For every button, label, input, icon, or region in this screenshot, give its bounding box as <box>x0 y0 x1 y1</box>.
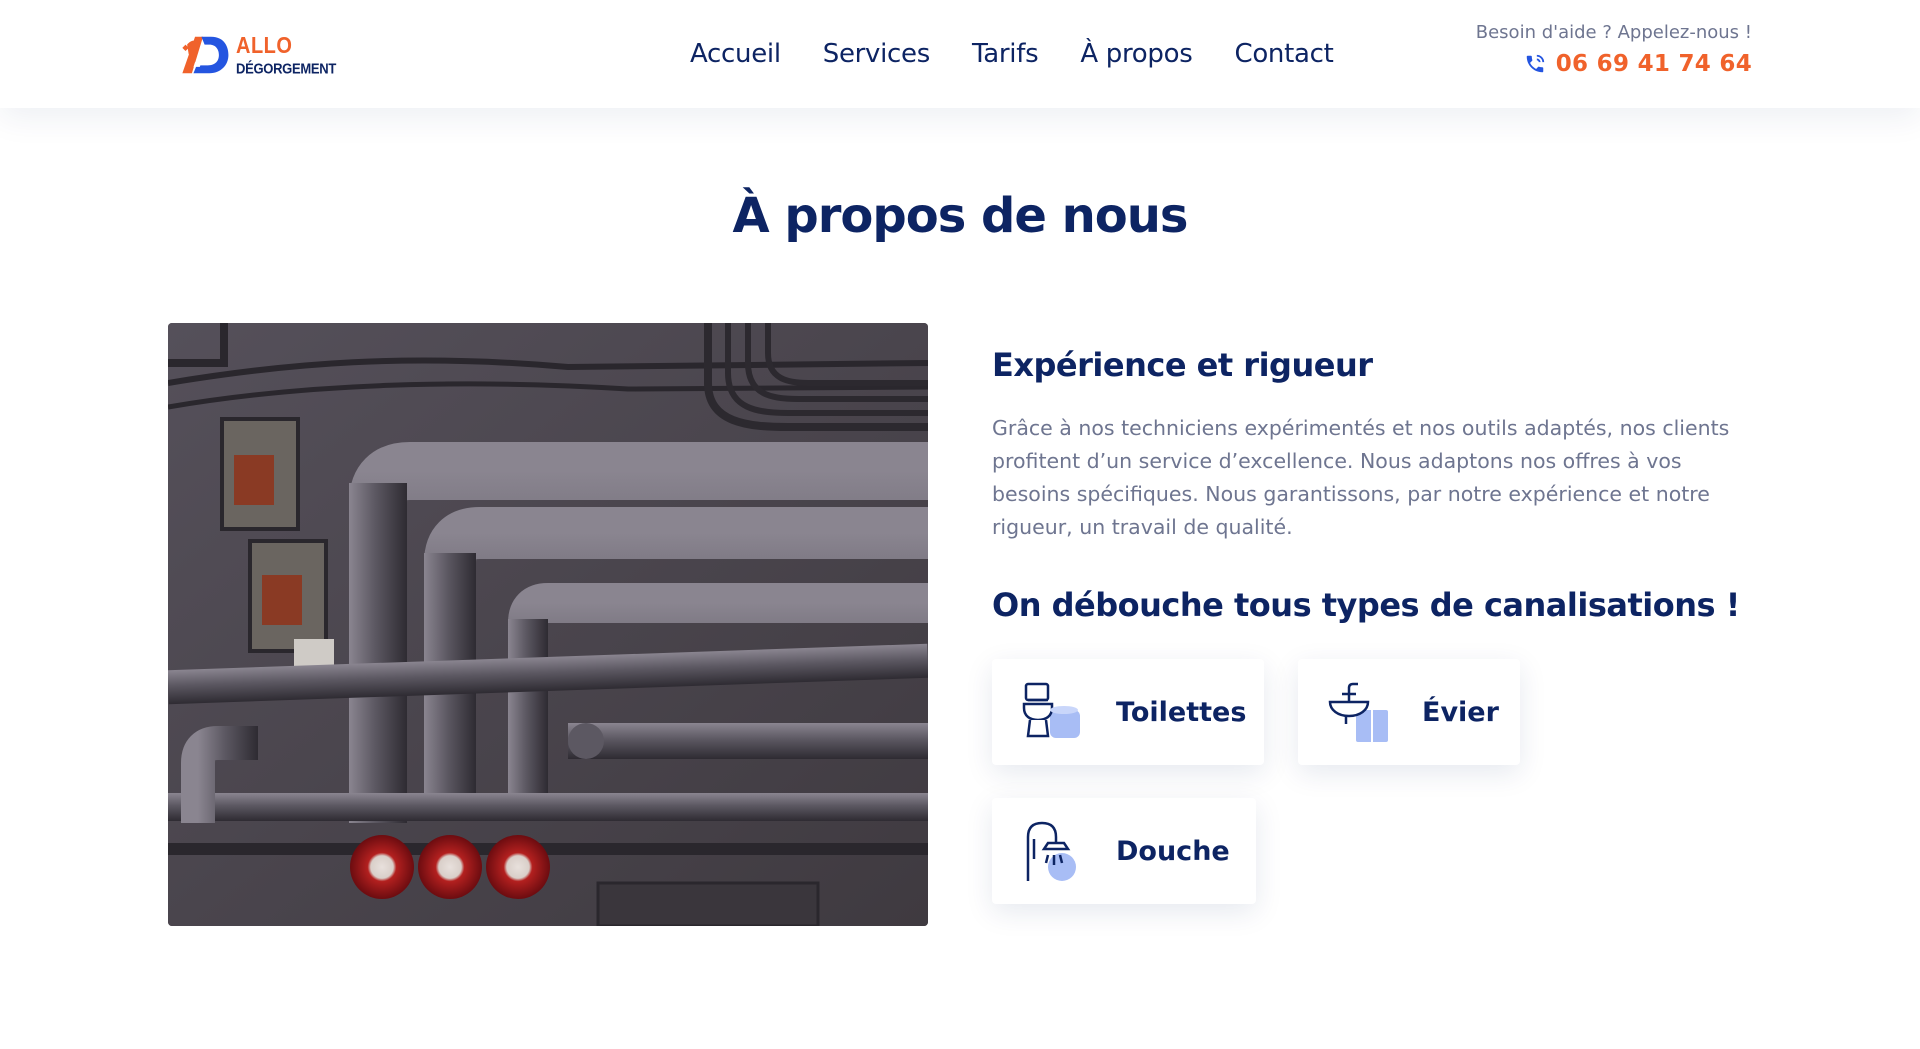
about-paragraph: Grâce à nos techniciens expérimentés et … <box>992 416 1730 539</box>
service-card-evier[interactable]: Évier <box>1298 659 1520 765</box>
card-label-toilettes: Toilettes <box>1116 696 1247 728</box>
help-text: Besoin d'aide ? Appelez-nous ! <box>1475 22 1752 43</box>
pipes-illustration <box>168 323 928 926</box>
header-contact: Besoin d'aide ? Appelez-nous ! 06 69 41 … <box>1476 22 1752 77</box>
about-content: Expérience et rigueur Grâce à nos techni… <box>992 346 1752 624</box>
service-card-toilettes[interactable]: Toilettes <box>992 659 1264 765</box>
nav-item-accueil[interactable]: Accueil <box>690 39 781 69</box>
logo-name-bottom: DÉGORGEMENT <box>236 59 336 77</box>
phone-number-link[interactable]: 06 69 41 74 64 <box>1556 51 1752 77</box>
logo[interactable]: ALLO DÉGORGEMENT <box>176 28 336 82</box>
card-label-evier: Évier <box>1422 696 1499 728</box>
logo-name-top: ALLO <box>236 32 293 59</box>
page-title: À propos de nous <box>732 188 1189 244</box>
service-card-douche[interactable]: Douche <box>992 798 1256 904</box>
pipes-photo <box>168 323 928 926</box>
shower-icon <box>1026 821 1076 881</box>
site-header: ALLO DÉGORGEMENT Accueil Services Tarifs… <box>0 0 1920 108</box>
nav-item-a-propos[interactable]: À propos <box>1080 39 1192 69</box>
toilet-icon <box>1022 682 1080 738</box>
section-heading: Expérience et rigueur <box>992 346 1373 384</box>
main-nav: Accueil Services Tarifs À propos Contact <box>690 34 1376 74</box>
card-label-douche: Douche <box>1116 835 1230 867</box>
nav-item-contact[interactable]: Contact <box>1234 39 1333 69</box>
phone-icon <box>1526 54 1544 73</box>
nav-item-tarifs[interactable]: Tarifs <box>972 39 1039 69</box>
section-subheading: On débouche tous types de canalisations … <box>992 586 1740 624</box>
logo-mark-icon <box>182 36 229 74</box>
sink-icon <box>1328 682 1388 742</box>
nav-item-services[interactable]: Services <box>823 39 931 69</box>
